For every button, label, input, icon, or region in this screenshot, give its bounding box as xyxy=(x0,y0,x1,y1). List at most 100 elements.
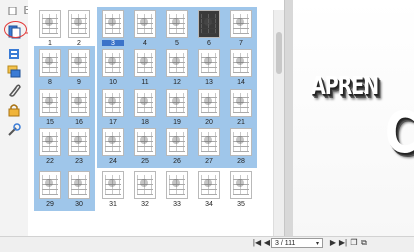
page-thumbnail[interactable] xyxy=(68,10,90,38)
page-thumbnail[interactable] xyxy=(198,171,220,199)
page-number-label: 27 xyxy=(205,158,213,165)
page-number-label: 23 xyxy=(75,158,83,165)
page-thumbnail[interactable] xyxy=(230,10,252,38)
thumbnail-figure xyxy=(140,97,148,105)
page-thumbnail[interactable] xyxy=(166,10,188,38)
thumbnail-figure xyxy=(236,57,244,65)
page-number-label: 10 xyxy=(109,79,117,86)
page-thumbnail[interactable] xyxy=(198,128,220,156)
thumbnail-figure xyxy=(204,136,212,144)
page-thumbnail[interactable] xyxy=(102,128,124,156)
page-thumbnail[interactable] xyxy=(230,128,252,156)
page-number-label: 30 xyxy=(75,201,83,208)
attachments-icon[interactable] xyxy=(7,83,21,97)
tools-icon[interactable] xyxy=(7,123,21,137)
thumbnail-grid: 1 2 3 4 5 6 7 8 9 10 11 12 13 14 15 16 17 18 19 20 21 22 23 24 2… xyxy=(28,0,284,236)
page-thumbnail[interactable] xyxy=(166,49,188,77)
page-thumbnail[interactable] xyxy=(198,49,220,77)
page-thumbnail[interactable] xyxy=(68,89,90,117)
thumbnail-figure xyxy=(45,97,53,105)
page-number-label: 24 xyxy=(109,158,117,165)
page-thumbnail[interactable] xyxy=(39,49,61,77)
page-thumbnail[interactable] xyxy=(198,10,220,38)
page-thumbnail[interactable] xyxy=(166,89,188,117)
page-number-label: 12 xyxy=(173,79,181,86)
page-thumbnail[interactable] xyxy=(39,89,61,117)
last-page-icon[interactable]: ▶| xyxy=(338,238,348,248)
page-number-label: 22 xyxy=(46,158,54,165)
page-thumbnail[interactable] xyxy=(134,49,156,77)
page-thumbnail[interactable] xyxy=(68,171,90,199)
page-thumbnail[interactable] xyxy=(102,171,124,199)
thumbnail-figure xyxy=(140,179,148,187)
page-dropdown-icon[interactable]: ▾ xyxy=(316,240,319,247)
page-number-label: 31 xyxy=(109,201,117,208)
thumbnail-figure xyxy=(45,136,53,144)
thumbnail-figure xyxy=(236,179,244,187)
preview-subtitle: Co xyxy=(385,100,414,166)
page-number-label: 33 xyxy=(173,201,181,208)
page-thumbnail[interactable] xyxy=(198,89,220,117)
page-number-label: 35 xyxy=(237,201,245,208)
next-page-icon[interactable]: ▶ xyxy=(328,238,338,248)
thumbnail-figure xyxy=(140,18,148,26)
thumbnail-figure xyxy=(45,57,53,65)
thumbnail-figure xyxy=(74,179,82,187)
thumbnail-figure xyxy=(172,57,180,65)
thumbnail-figure xyxy=(236,97,244,105)
page-thumbnail[interactable] xyxy=(68,49,90,77)
page-number-label: 9 xyxy=(77,79,81,86)
preview-title: APREN xyxy=(311,72,379,101)
copy-page-icon[interactable]: ❐ xyxy=(349,238,359,248)
scrollbar-thumb[interactable] xyxy=(276,32,282,74)
thumbnail-figure xyxy=(172,136,180,144)
comments-icon[interactable] xyxy=(7,64,21,78)
page-icon[interactable] xyxy=(8,2,18,16)
thumbnail-figure xyxy=(45,179,53,187)
thumbnail-figure xyxy=(108,179,116,187)
first-page-icon[interactable]: |◀ xyxy=(252,238,262,248)
page-number-label: 29 xyxy=(46,201,54,208)
page-number-label: 34 xyxy=(205,201,213,208)
page-thumbnail[interactable] xyxy=(230,49,252,77)
thumbnail-figure xyxy=(74,18,82,26)
page-thumbnail[interactable] xyxy=(39,128,61,156)
page-thumbnail[interactable] xyxy=(166,128,188,156)
thumbnail-figure xyxy=(236,18,244,26)
page-thumbnail[interactable] xyxy=(230,171,252,199)
annotation-circle xyxy=(4,21,27,38)
thumbnail-figure xyxy=(236,136,244,144)
thumbnail-figure xyxy=(108,136,116,144)
page-thumbnail[interactable] xyxy=(134,89,156,117)
page-thumbnail[interactable] xyxy=(68,128,90,156)
page-number-label: 13 xyxy=(205,79,213,86)
page-thumbnail[interactable] xyxy=(39,171,61,199)
thumbnail-figure xyxy=(204,18,212,26)
thumbnail-figure xyxy=(108,18,116,26)
lock-icon[interactable] xyxy=(7,103,21,117)
thumbnail-figure xyxy=(204,97,212,105)
bookmarks-icon[interactable] xyxy=(7,47,21,61)
paste-page-icon[interactable]: ⧉ xyxy=(359,238,369,248)
page-number-label: 32 xyxy=(141,201,149,208)
page-thumbnail[interactable] xyxy=(230,89,252,117)
thumbnail-scrollbar[interactable] xyxy=(273,10,284,236)
thumbnail-figure xyxy=(172,97,180,105)
thumbnail-figure xyxy=(172,18,180,26)
thumbnail-figure xyxy=(204,57,212,65)
page-number-label: 8 xyxy=(48,79,52,86)
page-thumbnail[interactable] xyxy=(39,10,61,38)
page-thumbnail[interactable] xyxy=(134,10,156,38)
thumbnail-figure xyxy=(74,97,82,105)
pdf-viewer-window: 1 2 3 4 5 6 7 8 9 10 11 12 13 14 15 16 17 18 19 20 21 22 23 24 2… xyxy=(0,0,414,252)
thumbnail-figure xyxy=(140,57,148,65)
page-thumbnail[interactable] xyxy=(166,171,188,199)
page-preview: APREN Co xyxy=(293,0,414,236)
thumbnail-figure xyxy=(204,179,212,187)
page-thumbnail[interactable] xyxy=(102,49,124,77)
page-thumbnail[interactable] xyxy=(102,89,124,117)
page-thumbnail[interactable] xyxy=(134,128,156,156)
page-thumbnail[interactable] xyxy=(102,10,124,38)
thumbnail-figure xyxy=(74,57,82,65)
page-thumbnail[interactable] xyxy=(134,171,156,199)
